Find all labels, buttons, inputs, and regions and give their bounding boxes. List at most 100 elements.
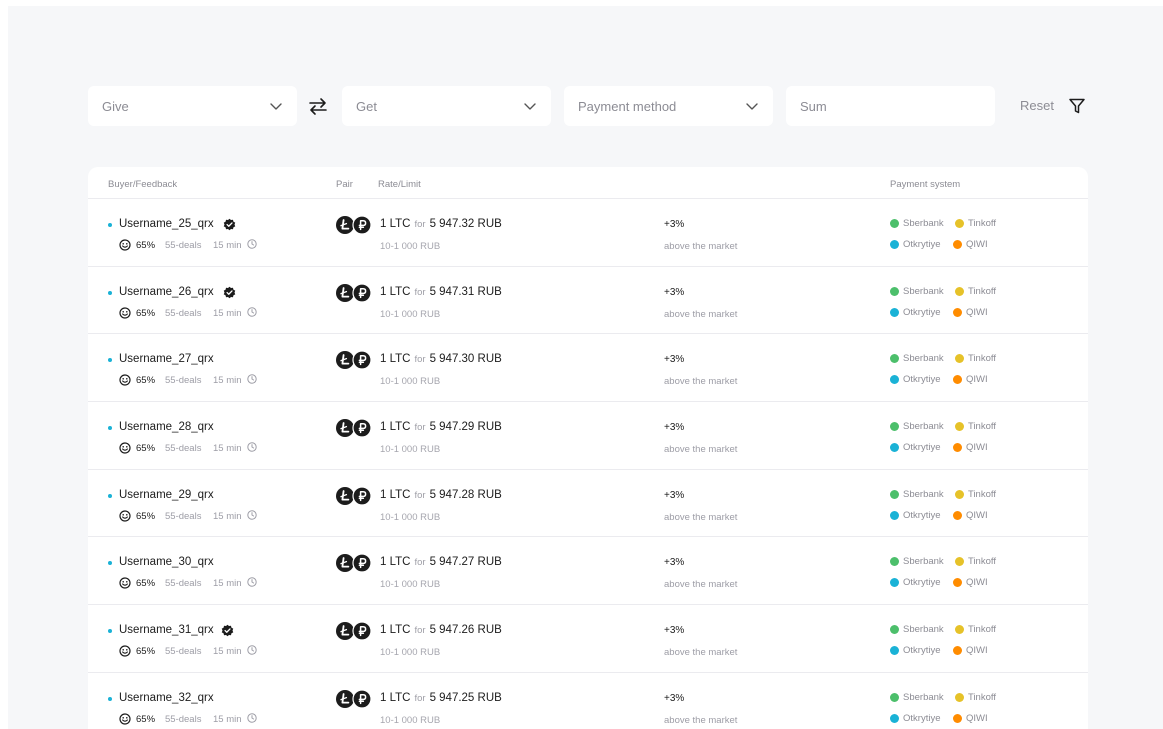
table-row[interactable]: Username_27_qrx 65% 55-deals 15 min 1 LTC for… <box>88 334 1088 403</box>
username-link[interactable]: Username_30_qrx <box>119 556 214 568</box>
payment-system-label: Otkrytiye <box>903 509 941 521</box>
payment-system-tag: Sberbank <box>890 489 944 500</box>
rate-price: 5 947.26 RUB <box>429 624 502 637</box>
get-select[interactable]: Get <box>342 86 551 126</box>
smile-icon <box>119 239 131 251</box>
otkrytiye-icon <box>890 578 899 588</box>
sum-input[interactable]: Sum <box>786 86 995 126</box>
qiwi-icon <box>953 375 962 385</box>
rate-amount: 1 LTC <box>380 488 411 501</box>
table-row[interactable]: Username_25_qrx 65% 55-deals 15 min 1 LTC for… <box>88 199 1088 267</box>
payment-system-label: QIWI <box>966 645 988 657</box>
payment-system-tag: Sberbank <box>890 692 944 703</box>
payment-system-tag: Otkrytiye <box>890 577 940 588</box>
payment-system-label: QIWI <box>966 306 988 318</box>
market-text: above the market <box>664 579 738 591</box>
payment-system-tag: QIWI <box>953 713 988 724</box>
market-percent: +3% <box>664 489 685 501</box>
coin-pair-icon <box>336 622 372 641</box>
coin-pair-icon <box>336 216 372 234</box>
payment-system-tag: QIWI <box>953 374 988 385</box>
sberbank-icon <box>890 489 899 499</box>
qiwi-icon <box>953 510 962 520</box>
payment-system-label: QIWI <box>966 712 988 724</box>
verified-badge-icon <box>223 218 236 231</box>
username-link[interactable]: Username_26_qrx <box>119 286 214 298</box>
market-percent: +3% <box>664 422 685 434</box>
payment-system-tag: QIWI <box>953 645 988 656</box>
online-status-dot <box>108 561 112 566</box>
payment-system-tag: Otkrytiye <box>890 307 940 318</box>
payment-system-label: Otkrytiye <box>903 239 941 250</box>
table-body: Username_25_qrx 65% 55-deals 15 min 1 LTC for… <box>88 199 1088 729</box>
coin-pair-icon <box>336 554 372 573</box>
rate-for: for <box>414 354 426 366</box>
rate-limit: 10-1 000 RUB <box>380 579 441 591</box>
online-status-dot <box>108 493 112 498</box>
table-row[interactable]: Username_29_qrx 65% 55-deals 15 min 1 LTC for… <box>88 470 1088 538</box>
username-link[interactable]: Username_29_qrx <box>119 489 214 501</box>
feedback-percent: 65% <box>136 240 156 251</box>
rate-amount: 1 LTC <box>380 556 411 569</box>
market-text: above the market <box>664 308 738 320</box>
payment-system-tag: Otkrytiye <box>890 239 940 250</box>
rate-price: 5 947.29 RUB <box>429 421 502 434</box>
username-link[interactable]: Username_32_qrx <box>119 692 214 704</box>
username-link[interactable]: Username_27_qrx <box>119 353 214 365</box>
deals-count: 55-deals <box>165 713 202 725</box>
rate-for: for <box>414 422 426 434</box>
username-link[interactable]: Username_31_qrx <box>119 624 214 636</box>
swap-arrows-icon[interactable] <box>306 94 330 118</box>
rate-value: 1 LTC for 5 947.31 RUB <box>380 286 502 298</box>
table-row[interactable]: Username_32_qrx 65% 55-deals 15 min 1 LTC for… <box>88 673 1088 729</box>
feedback-percent: 65% <box>136 307 156 319</box>
clock-icon <box>247 510 257 520</box>
response-time: 15 min <box>213 240 242 251</box>
rate-value: 1 LTC for 5 947.25 RUB <box>380 692 502 704</box>
payment-system-label: Otkrytiye <box>903 374 941 386</box>
clock-icon <box>247 374 257 385</box>
table-row[interactable]: Username_31_qrx 65% 55-deals 15 min 1 LTC for… <box>88 605 1088 673</box>
feedback-percent: 65% <box>136 443 156 455</box>
payment-system-tag: Otkrytiye <box>890 374 940 385</box>
deals-count: 55-deals <box>165 510 202 522</box>
payment-system-tag: QIWI <box>953 442 988 453</box>
payment-system-label: Sberbank <box>903 556 944 568</box>
username-link[interactable]: Username_25_qrx <box>119 218 214 230</box>
market-text: above the market <box>664 647 738 659</box>
get-select-label: Get <box>356 98 377 114</box>
payment-system-label: Tinkoff <box>968 421 996 433</box>
table-row[interactable]: Username_28_qrx 65% 55-deals 15 min 1 LTC for… <box>88 402 1088 470</box>
username-link[interactable]: Username_28_qrx <box>119 421 214 433</box>
table-row[interactable]: Username_30_qrx 65% 55-deals 15 min 1 LTC for… <box>88 537 1088 606</box>
table-row[interactable]: Username_26_qrx 65% 55-deals 15 min 1 LTC for… <box>88 267 1088 335</box>
payment-system-label: Otkrytiye <box>903 645 941 657</box>
rate-for: for <box>414 692 426 704</box>
filter-funnel-icon[interactable] <box>1068 97 1086 115</box>
market-text: above the market <box>664 444 738 456</box>
rate-amount: 1 LTC <box>380 285 411 298</box>
clock-icon <box>247 645 257 655</box>
sberbank-icon <box>890 354 899 364</box>
payment-system-label: Sberbank <box>903 285 944 297</box>
give-select[interactable]: Give <box>88 86 297 126</box>
clock-icon <box>247 577 257 588</box>
smile-icon <box>119 577 131 590</box>
payment-system-tag: Sberbank <box>890 624 944 635</box>
rate-amount: 1 LTC <box>380 353 411 366</box>
market-percent: +3% <box>664 354 685 366</box>
payment-system-tag: Sberbank <box>890 353 944 364</box>
feedback-percent: 65% <box>136 578 156 590</box>
otkrytiye-icon <box>890 443 899 453</box>
payment-method-select[interactable]: Payment method <box>564 86 773 126</box>
rate-for: for <box>414 557 426 569</box>
deals-count: 55-deals <box>165 443 202 455</box>
rate-price: 5 947.31 RUB <box>429 285 502 298</box>
tinkoff-icon <box>955 422 964 432</box>
reset-button[interactable]: Reset <box>1020 86 1054 126</box>
tinkoff-icon <box>955 625 964 635</box>
rate-value: 1 LTC for 5 947.29 RUB <box>380 421 502 433</box>
otkrytiye-icon <box>890 240 899 249</box>
payment-system-label: Tinkoff <box>968 218 996 229</box>
header-pair: Pair <box>336 179 353 190</box>
